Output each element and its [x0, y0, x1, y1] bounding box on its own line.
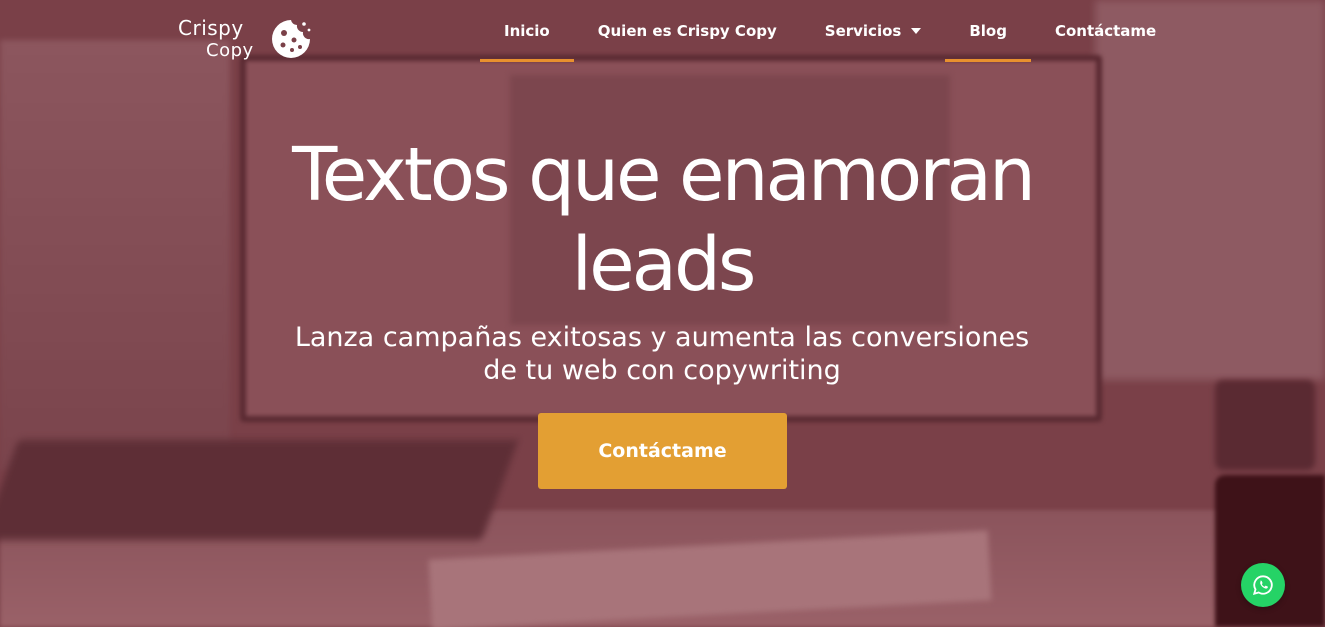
hero-subtitle: Lanza campañas exitosas y aumenta las co… — [262, 321, 1062, 387]
nav-item-label: Quien es Crispy Copy — [597, 22, 777, 40]
hero-headline-line1: Textos que enamoran — [292, 132, 1036, 218]
hero-headline: Textos que enamoran leads — [0, 130, 1325, 310]
site-logo[interactable]: Crispy Copy — [178, 14, 318, 64]
cookie-icon — [272, 20, 311, 58]
hero-headline-line2: leads — [571, 222, 757, 308]
chevron-down-icon — [911, 28, 922, 34]
whatsapp-icon — [1252, 575, 1273, 596]
nav-item-label: Blog — [969, 22, 1007, 40]
nav-item-blog[interactable]: Blog — [945, 0, 1031, 62]
contact-button[interactable]: Contáctame — [538, 413, 787, 489]
hero-section — [0, 0, 1325, 627]
main-nav: Inicio Quien es Crispy Copy Servicios Bl… — [480, 0, 1180, 62]
nav-item-servicios[interactable]: Servicios — [801, 0, 946, 62]
nav-item-contactame[interactable]: Contáctame — [1031, 0, 1180, 62]
background-keyboard — [0, 440, 519, 540]
hero-subtitle-line2: de tu web con copywriting — [483, 355, 841, 386]
hero-subtitle-line1: Lanza campañas exitosas y aumenta las co… — [294, 322, 1030, 353]
whatsapp-button[interactable] — [1241, 563, 1285, 607]
background-lamp — [1215, 380, 1315, 470]
nav-item-quien-es[interactable]: Quien es Crispy Copy — [574, 0, 801, 62]
nav-item-label: Servicios — [824, 22, 902, 40]
nav-item-label: Inicio — [504, 22, 550, 40]
logo-text-crispy: Crispy — [178, 16, 244, 40]
nav-item-label: Contáctame — [1054, 22, 1157, 40]
nav-item-inicio[interactable]: Inicio — [480, 0, 574, 62]
logo-text-copy: Copy — [206, 40, 254, 61]
